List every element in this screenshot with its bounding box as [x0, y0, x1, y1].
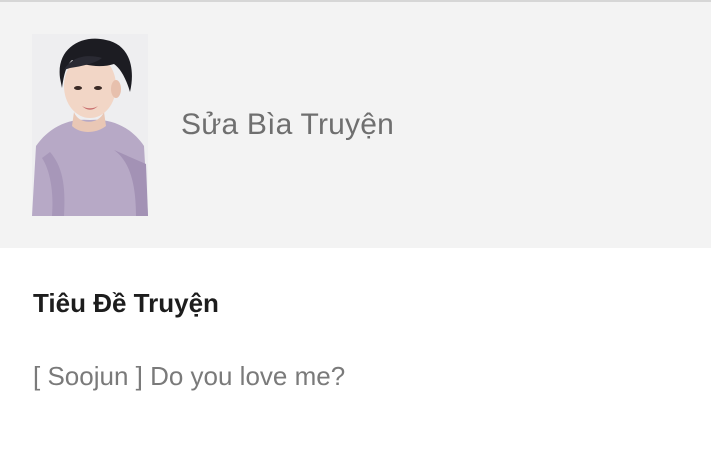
cover-image[interactable] [32, 34, 148, 216]
story-title-field[interactable]: [ Soojun ] Do you love me? [33, 361, 345, 392]
story-title-section: Tiêu Đề Truyện [ Soojun ] Do you love me… [0, 248, 711, 456]
cover-photo-icon [32, 34, 148, 216]
story-title-heading: Tiêu Đề Truyện [33, 288, 219, 318]
edit-story-screen: Sửa Bìa Truyện Tiêu Đề Truyện [ Soojun ]… [0, 0, 711, 456]
cover-section[interactable]: Sửa Bìa Truyện [0, 2, 711, 248]
edit-cover-button[interactable]: Sửa Bìa Truyện [181, 108, 394, 142]
